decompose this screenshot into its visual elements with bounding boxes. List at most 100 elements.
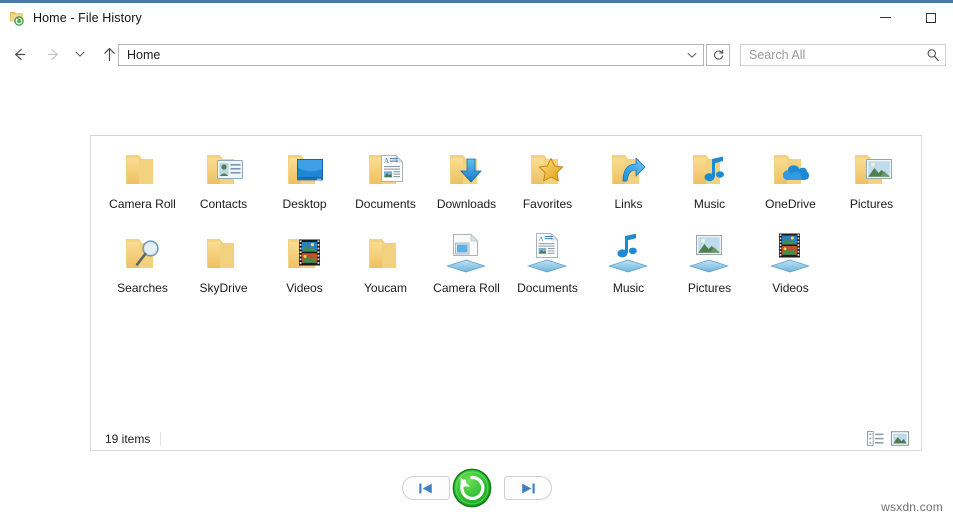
grid-item-label: Links [614,197,643,211]
folder-pictures-icon [848,148,896,192]
status-bar: 19 items [91,427,921,450]
restore-circular-arrow-icon [452,468,491,508]
details-view-icon [866,430,883,446]
view-mode-buttons [866,429,909,447]
grid-item-camera-roll-14[interactable]: Camera Roll [426,228,507,312]
maximize-button[interactable] [908,3,953,32]
search-input[interactable]: Search All [749,48,921,62]
folder-documents-icon: A [362,148,410,192]
folder-videos-icon [281,232,329,276]
library-documents-icon: A [524,232,572,276]
next-version-button[interactable] [503,476,552,500]
grid-item-label: Searches [117,281,168,295]
grid-item-skydrive-11[interactable]: SkyDrive [183,228,264,312]
library-camera-roll-icon [443,232,491,276]
file-history-window: Home - File History Home Search All Came… [0,0,953,518]
grid-item-youcam-13[interactable]: Youcam [345,228,426,312]
grid-item-videos-18[interactable]: Videos [750,228,831,312]
search-box[interactable]: Search All [740,44,946,66]
grid-item-label: SkyDrive [199,281,248,295]
grid-item-label: OneDrive [765,197,816,211]
folder-downloads-icon [443,148,491,192]
folder-plain-icon [362,232,410,276]
grid-item-label: Music [693,197,726,211]
restore-button[interactable] [452,468,492,508]
svg-text:A: A [384,157,389,165]
window-controls [863,3,953,32]
maximize-icon [925,12,936,23]
folder-searches-icon [119,232,167,276]
arrow-right-icon [47,48,58,60]
previous-version-button[interactable] [401,476,450,500]
grid-item-label: Downloads [436,197,497,211]
grid-item-label: Camera Roll [109,197,176,211]
grid-item-videos-12[interactable]: Videos [264,228,345,312]
arrow-up-icon [103,47,115,61]
address-value: Home [127,48,161,62]
file-history-folder-icon [9,9,26,26]
large-icons-view-icon [891,430,909,446]
library-videos-icon [767,232,815,276]
svg-text:A: A [538,236,543,243]
grid-item-label: Videos [286,281,323,295]
recent-locations-button[interactable] [70,41,90,67]
grid-item-label: Favorites [522,197,573,211]
grid-item-label: Videos [772,281,809,295]
library-music-icon [605,232,653,276]
address-dropdown-button[interactable] [681,45,703,65]
folder-onedrive-icon [767,148,815,192]
grid-item-label: Pictures [687,281,732,295]
address-bar[interactable]: Home [118,44,704,66]
chevron-down-icon [687,52,697,58]
grid-item-favorites-5[interactable]: Favorites [507,144,588,228]
item-count-label: 19 items [105,431,162,446]
watermark: wsxdn.com [881,500,943,514]
grid-item-label: Camera Roll [433,281,500,295]
folder-favorites-icon [524,148,572,192]
grid-item-camera-roll-0[interactable]: Camera Roll [102,144,183,228]
grid-item-label: Desktop [282,197,327,211]
folder-contacts-icon [200,148,248,192]
grid-item-label: Contacts [199,197,248,211]
folder-desktop-icon [281,148,329,192]
grid-item-pictures-9[interactable]: Pictures [831,144,912,228]
grid-item-label: Documents [355,197,416,211]
folder-plain-icon [119,148,167,192]
grid-item-searches-10[interactable]: Searches [102,228,183,312]
grid-item-desktop-2[interactable]: Desktop [264,144,345,228]
grid-item-contacts-1[interactable]: Contacts [183,144,264,228]
icon-grid: Camera Roll Contacts Desktop A Documents Down… [91,144,923,312]
grid-item-documents-15[interactable]: A Documents [507,228,588,312]
grid-item-documents-3[interactable]: A Documents [345,144,426,228]
grid-item-links-6[interactable]: Links [588,144,669,228]
refresh-button[interactable] [706,44,730,66]
grid-item-label: Pictures [849,197,894,211]
title-bar: Home - File History [0,3,953,32]
skip-previous-icon [418,483,432,493]
folder-links-icon [605,148,653,192]
restore-transport-bar [0,467,953,509]
skip-next-icon [521,483,535,493]
minimize-button[interactable] [863,3,908,32]
grid-item-onedrive-8[interactable]: OneDrive [750,144,831,228]
back-button[interactable] [6,41,32,67]
forward-button[interactable] [40,41,66,67]
grid-item-music-7[interactable]: Music [669,144,750,228]
grid-item-label: Music [612,281,645,295]
search-icon [921,48,945,62]
grid-item-pictures-17[interactable]: Pictures [669,228,750,312]
window-title: Home - File History [33,10,142,25]
grid-item-label: Youcam [364,281,407,295]
large-icons-view-button[interactable] [891,429,909,447]
details-view-button[interactable] [866,429,884,447]
magnifier-glyph [927,49,939,62]
items-view: Camera Roll Contacts Desktop A Documents Down… [90,135,922,451]
minimize-icon [880,17,891,18]
refresh-icon [713,49,723,60]
library-pictures-icon [686,232,734,276]
grid-item-music-16[interactable]: Music [588,228,669,312]
grid-item-label: Documents [517,281,578,295]
chevron-down-icon [75,51,85,57]
arrow-left-icon [14,48,25,60]
grid-item-downloads-4[interactable]: Downloads [426,144,507,228]
